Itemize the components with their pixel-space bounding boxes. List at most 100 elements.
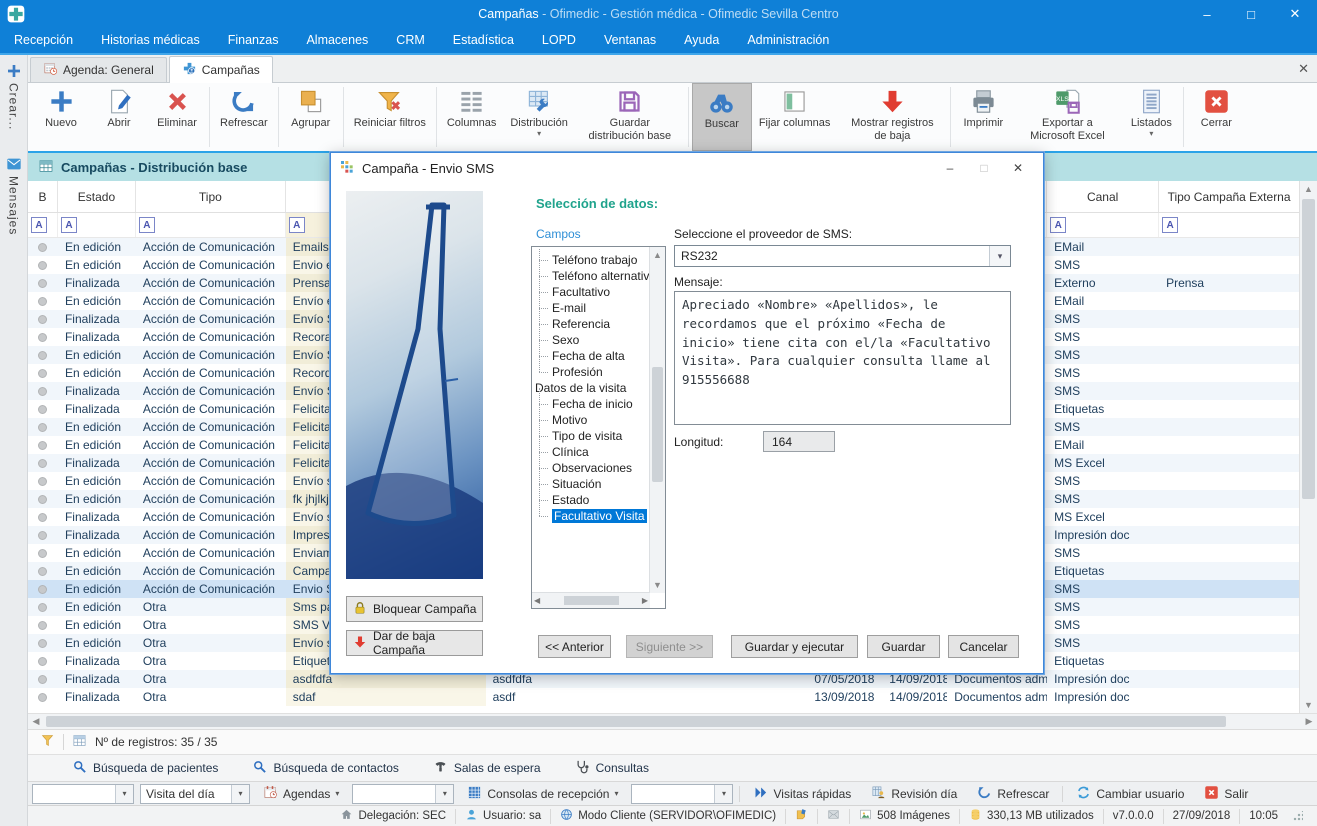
tree-vertical-scrollbar[interactable]: ▲ ▼ (649, 247, 665, 593)
menu-item-finanzas[interactable]: Finanzas (214, 28, 293, 53)
salas-de-espera-button[interactable]: Salas de espera (433, 759, 541, 777)
guardar-distribuci-n-base-button[interactable]: Guardar distribución base (575, 83, 685, 151)
tree-scroll-up-icon[interactable]: ▲ (650, 247, 665, 263)
close-button[interactable]: ✕ (1273, 0, 1317, 28)
tree-scroll-down-icon[interactable]: ▼ (650, 577, 665, 593)
sms-provider-select[interactable]: RS232 ▾ (674, 245, 1011, 267)
dialog-maximize-button[interactable]: □ (967, 155, 1001, 181)
tree-item-motivo[interactable]: Motivo (533, 412, 649, 428)
table-row[interactable]: FinalizadaOtrasdafasdf13/09/201814/09/20… (28, 688, 1300, 706)
create-plus-icon[interactable] (6, 63, 22, 79)
tree-item-tel-fono-trabajo[interactable]: Teléfono trabajo (533, 252, 649, 268)
agrupar-button[interactable]: Agrupar (282, 83, 340, 151)
length-field[interactable] (763, 431, 835, 452)
chevron-down-icon[interactable]: ▾ (115, 785, 133, 803)
tree-item-situaci-n[interactable]: Situación (533, 476, 649, 492)
tree-hscroll-thumb[interactable] (564, 596, 619, 605)
cambiar-usuario-button[interactable]: Cambiar usuario (1069, 784, 1191, 804)
cerrar-button[interactable]: Cerrar (1187, 83, 1245, 151)
visitas-r-pidas-button[interactable]: Visitas rápidas (746, 784, 858, 804)
auto-filter-icon[interactable]: A (31, 217, 47, 233)
auto-filter-icon[interactable]: A (1050, 217, 1066, 233)
columnas-button[interactable]: Columnas (440, 83, 504, 151)
tree-item-referencia[interactable]: Referencia (533, 316, 649, 332)
tree-horizontal-scrollbar[interactable]: ◀ ▶ (532, 592, 650, 608)
menu-item-recepci-n[interactable]: Recepción (0, 28, 87, 53)
reiniciar-filtros-button[interactable]: Reiniciar filtros (347, 83, 433, 151)
column-header-estado[interactable]: Estado (58, 181, 136, 212)
scroll-down-icon[interactable]: ▼ (1300, 697, 1317, 713)
message-textarea[interactable]: Apreciado «Nombre» «Apellidos», le recor… (674, 291, 1011, 425)
table-vertical-scrollbar[interactable]: ▲ ▼ (1299, 181, 1317, 713)
exportar-a-microsoft-excel-button[interactable]: XLSExportar a Microsoft Excel (1012, 83, 1122, 151)
combo-box[interactable]: Visita del día▾ (140, 784, 250, 804)
buscar-button[interactable]: Buscar (692, 83, 752, 151)
mostrar-registros-de-baja-button[interactable]: Mostrar registros de baja (837, 83, 947, 151)
tree-scroll-left-icon[interactable]: ◀ (534, 596, 540, 605)
menu-item-ayuda[interactable]: Ayuda (670, 28, 733, 53)
tree-item-cl-nica[interactable]: Clínica (533, 444, 649, 460)
menu-item-estad-stica[interactable]: Estadística (439, 28, 528, 53)
messages-icon[interactable] (6, 156, 22, 172)
eliminar-button[interactable]: Eliminar (148, 83, 206, 151)
tree-group-datos-de-la-visita[interactable]: Datos de la visita (533, 380, 649, 396)
tree-scroll-thumb[interactable] (652, 367, 663, 482)
scroll-thumb[interactable] (1302, 199, 1315, 499)
menu-item-lopd[interactable]: LOPD (528, 28, 590, 53)
tree-item-facultativo[interactable]: Facultativo (533, 284, 649, 300)
dialog-close-button[interactable]: ✕ (1001, 155, 1035, 181)
b-squeda-de-contactos-button[interactable]: Búsqueda de contactos (252, 759, 398, 777)
maximize-button[interactable]: □ (1229, 0, 1273, 28)
lock-campaign-button[interactable]: Bloquear Campaña (346, 596, 483, 622)
column-header-tipo[interactable]: Tipo (136, 181, 286, 212)
abrir-button[interactable]: Abrir (90, 83, 148, 151)
combo-box[interactable]: ▾ (352, 784, 454, 804)
fijar-columnas-button[interactable]: Fijar columnas (752, 83, 838, 151)
salir-button[interactable]: Salir (1197, 784, 1255, 804)
dialog-minimize-button[interactable]: – (933, 155, 967, 181)
menu-item-crm[interactable]: CRM (382, 28, 438, 53)
combo-box[interactable]: ▾ (32, 784, 134, 804)
chevron-down-icon[interactable]: ▾ (989, 246, 1010, 266)
b-squeda-de-pacientes-button[interactable]: Búsqueda de pacientes (72, 759, 218, 777)
tree-item-tel-fono-alternativo[interactable]: Teléfono alternativo (533, 268, 649, 284)
hscroll-thumb[interactable] (46, 716, 1226, 727)
listados-button[interactable]: Listados▾ (1122, 83, 1180, 151)
refrescar-button[interactable]: Refrescar (970, 784, 1056, 804)
column-header-canal[interactable]: Canal (1047, 181, 1159, 212)
tree-item-sexo[interactable]: Sexo (533, 332, 649, 348)
column-header-tipo-campa-a-externa[interactable]: Tipo Campaña Externa (1159, 181, 1300, 212)
previous-button[interactable]: << Anterior (538, 635, 611, 658)
menu-item-almacenes[interactable]: Almacenes (292, 28, 382, 53)
next-button[interactable]: Siguiente >> (626, 635, 713, 658)
unsubscribe-campaign-button[interactable]: Dar de baja Campaña (346, 630, 483, 656)
table-horizontal-scrollbar[interactable]: ◀ ▶ (28, 713, 1317, 729)
menu-item-administraci-n[interactable]: Administración (733, 28, 843, 53)
auto-filter-icon[interactable]: A (139, 217, 155, 233)
auto-filter-icon[interactable]: A (289, 217, 305, 233)
revisi-n-d-a-button[interactable]: Revisión día (864, 784, 964, 804)
auto-filter-icon[interactable]: A (61, 217, 77, 233)
combo-box[interactable]: ▾ (631, 784, 733, 804)
tab-agenda-general[interactable]: Agenda: General (30, 57, 167, 82)
menu-item-ventanas[interactable]: Ventanas (590, 28, 670, 53)
tree-item-fecha-de-inicio[interactable]: Fecha de inicio (533, 396, 649, 412)
menu-item-historias-m-dicas[interactable]: Historias médicas (87, 28, 214, 53)
tabstrip-close-icon[interactable]: ✕ (1298, 61, 1309, 77)
consultas-button[interactable]: Consultas (575, 759, 649, 777)
consolas-de-recepci-n-button[interactable]: Consolas de recepción▾ (460, 784, 625, 804)
tree-item-fecha-de-alta[interactable]: Fecha de alta (533, 348, 649, 364)
filter-funnel-icon[interactable] (40, 733, 55, 751)
tree-item-estado[interactable]: Estado (533, 492, 649, 508)
tree-item-facultativo-visita[interactable]: Facultativo Visita (533, 508, 649, 524)
resize-grip[interactable] (1293, 811, 1303, 821)
nuevo-button[interactable]: Nuevo (32, 83, 90, 151)
save-and-run-button[interactable]: Guardar y ejecutar (731, 635, 858, 658)
messages-label[interactable]: Mensajes (7, 176, 21, 235)
cancel-button[interactable]: Cancelar (948, 635, 1019, 658)
tree-item-e-mail[interactable]: E-mail (533, 300, 649, 316)
save-button[interactable]: Guardar (867, 635, 940, 658)
tree-scroll-right-icon[interactable]: ▶ (642, 596, 648, 605)
scroll-left-icon[interactable]: ◀ (28, 714, 44, 730)
tree-item-profesi-n[interactable]: Profesión (533, 364, 649, 380)
